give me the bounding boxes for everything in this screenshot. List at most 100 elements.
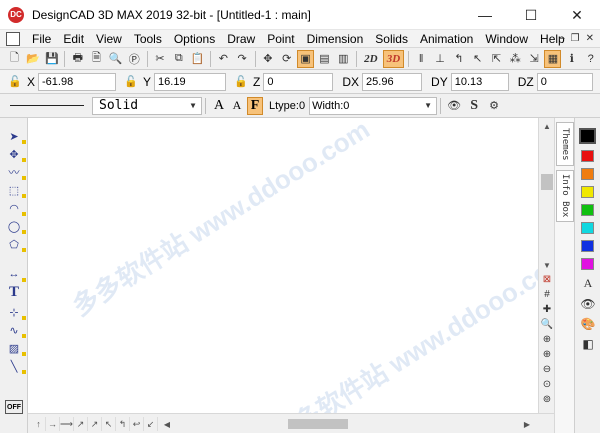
snap-icon[interactable]: ↰ [450, 50, 467, 68]
coord-dz-field[interactable]: 0 [536, 72, 593, 91]
cut-icon[interactable]: ✂ [152, 50, 169, 68]
undo-icon[interactable]: ↶ [215, 50, 232, 68]
view-rotate-icon[interactable]: ⟳ [278, 50, 295, 68]
layer-settings-icon[interactable]: ⚙ [485, 97, 503, 115]
select-arrow-icon[interactable]: ➤ [5, 128, 26, 144]
eye-view-icon[interactable]: 👁 [580, 296, 596, 311]
zoom-extents-icon[interactable]: ⊚ [540, 393, 554, 406]
new-file-icon[interactable]: 🗋 [6, 50, 23, 68]
handles-icon[interactable]: ⁂ [507, 50, 524, 68]
menu-animation[interactable]: Animation [414, 30, 479, 48]
lock-x-icon[interactable]: 🔓 [6, 74, 24, 90]
grid-icon[interactable]: # [540, 288, 554, 301]
scroll-left-icon[interactable]: ◀ [160, 416, 174, 432]
arrow-up-left-icon[interactable]: ↖ [102, 417, 116, 431]
line-width-select[interactable]: Width:0 ▼ [309, 96, 438, 115]
layers-icon[interactable]: ▦ [544, 49, 562, 68]
help-pointer-icon[interactable]: ? [582, 50, 599, 68]
mdi-close-button[interactable]: ✕ [586, 30, 594, 48]
menu-draw[interactable]: Draw [221, 30, 261, 48]
scroll-up-icon[interactable]: ▲ [539, 118, 555, 134]
arrow-right-icon[interactable]: → [46, 417, 60, 431]
save-icon[interactable]: 💾 [44, 50, 61, 68]
paste-icon[interactable]: 📋 [189, 50, 206, 68]
menu-dimension[interactable]: Dimension [301, 30, 370, 48]
info-icon[interactable]: ℹ [563, 50, 580, 68]
menu-view[interactable]: View [90, 30, 128, 48]
arrow-diagonal-icon[interactable]: ↗ [74, 417, 88, 431]
menu-window[interactable]: Window [479, 30, 534, 48]
view-mode-icon[interactable]: ▣ [297, 49, 315, 68]
lock-y-icon[interactable]: 🔓 [122, 74, 140, 90]
color-swatch-green[interactable] [581, 204, 594, 216]
open-folder-icon[interactable]: 📂 [25, 50, 42, 68]
point-select-icon[interactable]: ⇱ [488, 50, 505, 68]
vertical-scrollbar[interactable]: ▲ ▼ [538, 118, 554, 273]
parallel-icon[interactable]: ‖ [413, 50, 430, 68]
perpendicular-icon[interactable]: ⊥ [432, 50, 449, 68]
arc-icon[interactable]: ◠ [5, 200, 26, 216]
menu-point[interactable]: Point [261, 30, 300, 48]
lock-z-icon[interactable]: 🔓 [232, 74, 250, 90]
arrow-up-right-icon[interactable]: ↗ [88, 417, 102, 431]
mdi-minimize-button[interactable]: – [559, 30, 565, 48]
paint-palette-icon[interactable]: 🎨 [580, 316, 596, 331]
arrow-back-icon[interactable]: ↩ [130, 417, 144, 431]
text-tool-icon[interactable]: T [5, 284, 23, 300]
chevron-down-icon[interactable]: ▼ [422, 99, 434, 113]
zoom-page-icon[interactable]: 🔍 [107, 50, 124, 68]
menu-file[interactable]: File [26, 30, 57, 48]
coord-z-field[interactable]: 0 [263, 72, 334, 91]
polygon-icon[interactable]: ⬠ [5, 236, 26, 252]
polyline-icon[interactable]: 〰 [5, 164, 26, 180]
coord-dy-field[interactable]: 10.13 [450, 72, 509, 91]
arrow-up-icon[interactable]: ↑ [32, 417, 46, 431]
zoom-previous-icon[interactable]: ⊙ [540, 378, 554, 391]
zoom-window-icon[interactable]: 🔍 [540, 318, 554, 331]
font-size-large-button[interactable]: A [211, 97, 227, 115]
text-color-tool[interactable]: A [580, 276, 596, 291]
tab-themes[interactable]: Themes [556, 122, 574, 166]
window-tile-icon[interactable]: ▤ [316, 50, 333, 68]
box-icon[interactable]: ⬚ [5, 182, 26, 198]
color-swatch-blue[interactable] [581, 240, 594, 252]
line-style-select[interactable]: Solid ▼ [92, 96, 202, 115]
circle-icon[interactable]: ◯ [5, 218, 26, 234]
scroll-down-icon[interactable]: ▼ [539, 257, 555, 273]
scrollbar-thumb[interactable] [541, 174, 553, 190]
arrow-right-long-icon[interactable]: ⟶ [60, 417, 74, 431]
color-swatch-black[interactable] [579, 128, 596, 144]
arrow-down-left-icon[interactable]: ↙ [144, 417, 158, 431]
select-arrow-icon[interactable]: ↖ [469, 50, 486, 68]
scroll-right-icon[interactable]: ▶ [520, 416, 534, 432]
copy-icon[interactable]: ⧉ [170, 50, 187, 68]
color-swatch-magenta[interactable] [581, 258, 594, 270]
document-system-menu-icon[interactable] [6, 31, 20, 46]
eye-view-icon[interactable]: 👁 [445, 97, 463, 115]
mdi-restore-button[interactable]: ❐ [571, 30, 580, 48]
color-layers-icon[interactable]: ◧ [580, 336, 596, 351]
arrow-curve-icon[interactable]: ↰ [116, 417, 130, 431]
horizontal-scrollbar[interactable]: ◀ ▶ [160, 416, 534, 432]
construction-line-icon[interactable]: ⊹ [5, 304, 26, 320]
close-view-icon[interactable]: ⊠ [540, 273, 554, 286]
print-preview-icon[interactable]: 🗎 [88, 50, 105, 68]
color-swatch-cyan[interactable] [581, 222, 594, 234]
coord-y-field[interactable]: 16.19 [154, 72, 227, 91]
zoom-in-icon[interactable]: ⊕ [540, 348, 554, 361]
curve-icon[interactable]: ∿ [5, 322, 26, 338]
color-swatch-orange[interactable] [581, 168, 594, 180]
scrollbar-thumb[interactable] [288, 419, 348, 429]
hatch-icon[interactable]: ▨ [5, 340, 26, 356]
move-cross-icon[interactable]: ✥ [5, 146, 26, 162]
coord-dx-field[interactable]: 25.96 [362, 72, 423, 91]
off-button[interactable]: OFF [5, 400, 23, 414]
print-icon[interactable]: 🖶 [69, 50, 86, 68]
color-swatch-red[interactable] [581, 150, 594, 162]
close-button[interactable]: ✕ [554, 0, 600, 30]
menu-options[interactable]: Options [168, 30, 221, 48]
mode-3d-button[interactable]: 3D [383, 49, 404, 68]
font-size-small-button[interactable]: A [229, 97, 245, 115]
font-button[interactable]: F [247, 96, 263, 115]
mode-2d-button[interactable]: 2D [361, 50, 382, 68]
